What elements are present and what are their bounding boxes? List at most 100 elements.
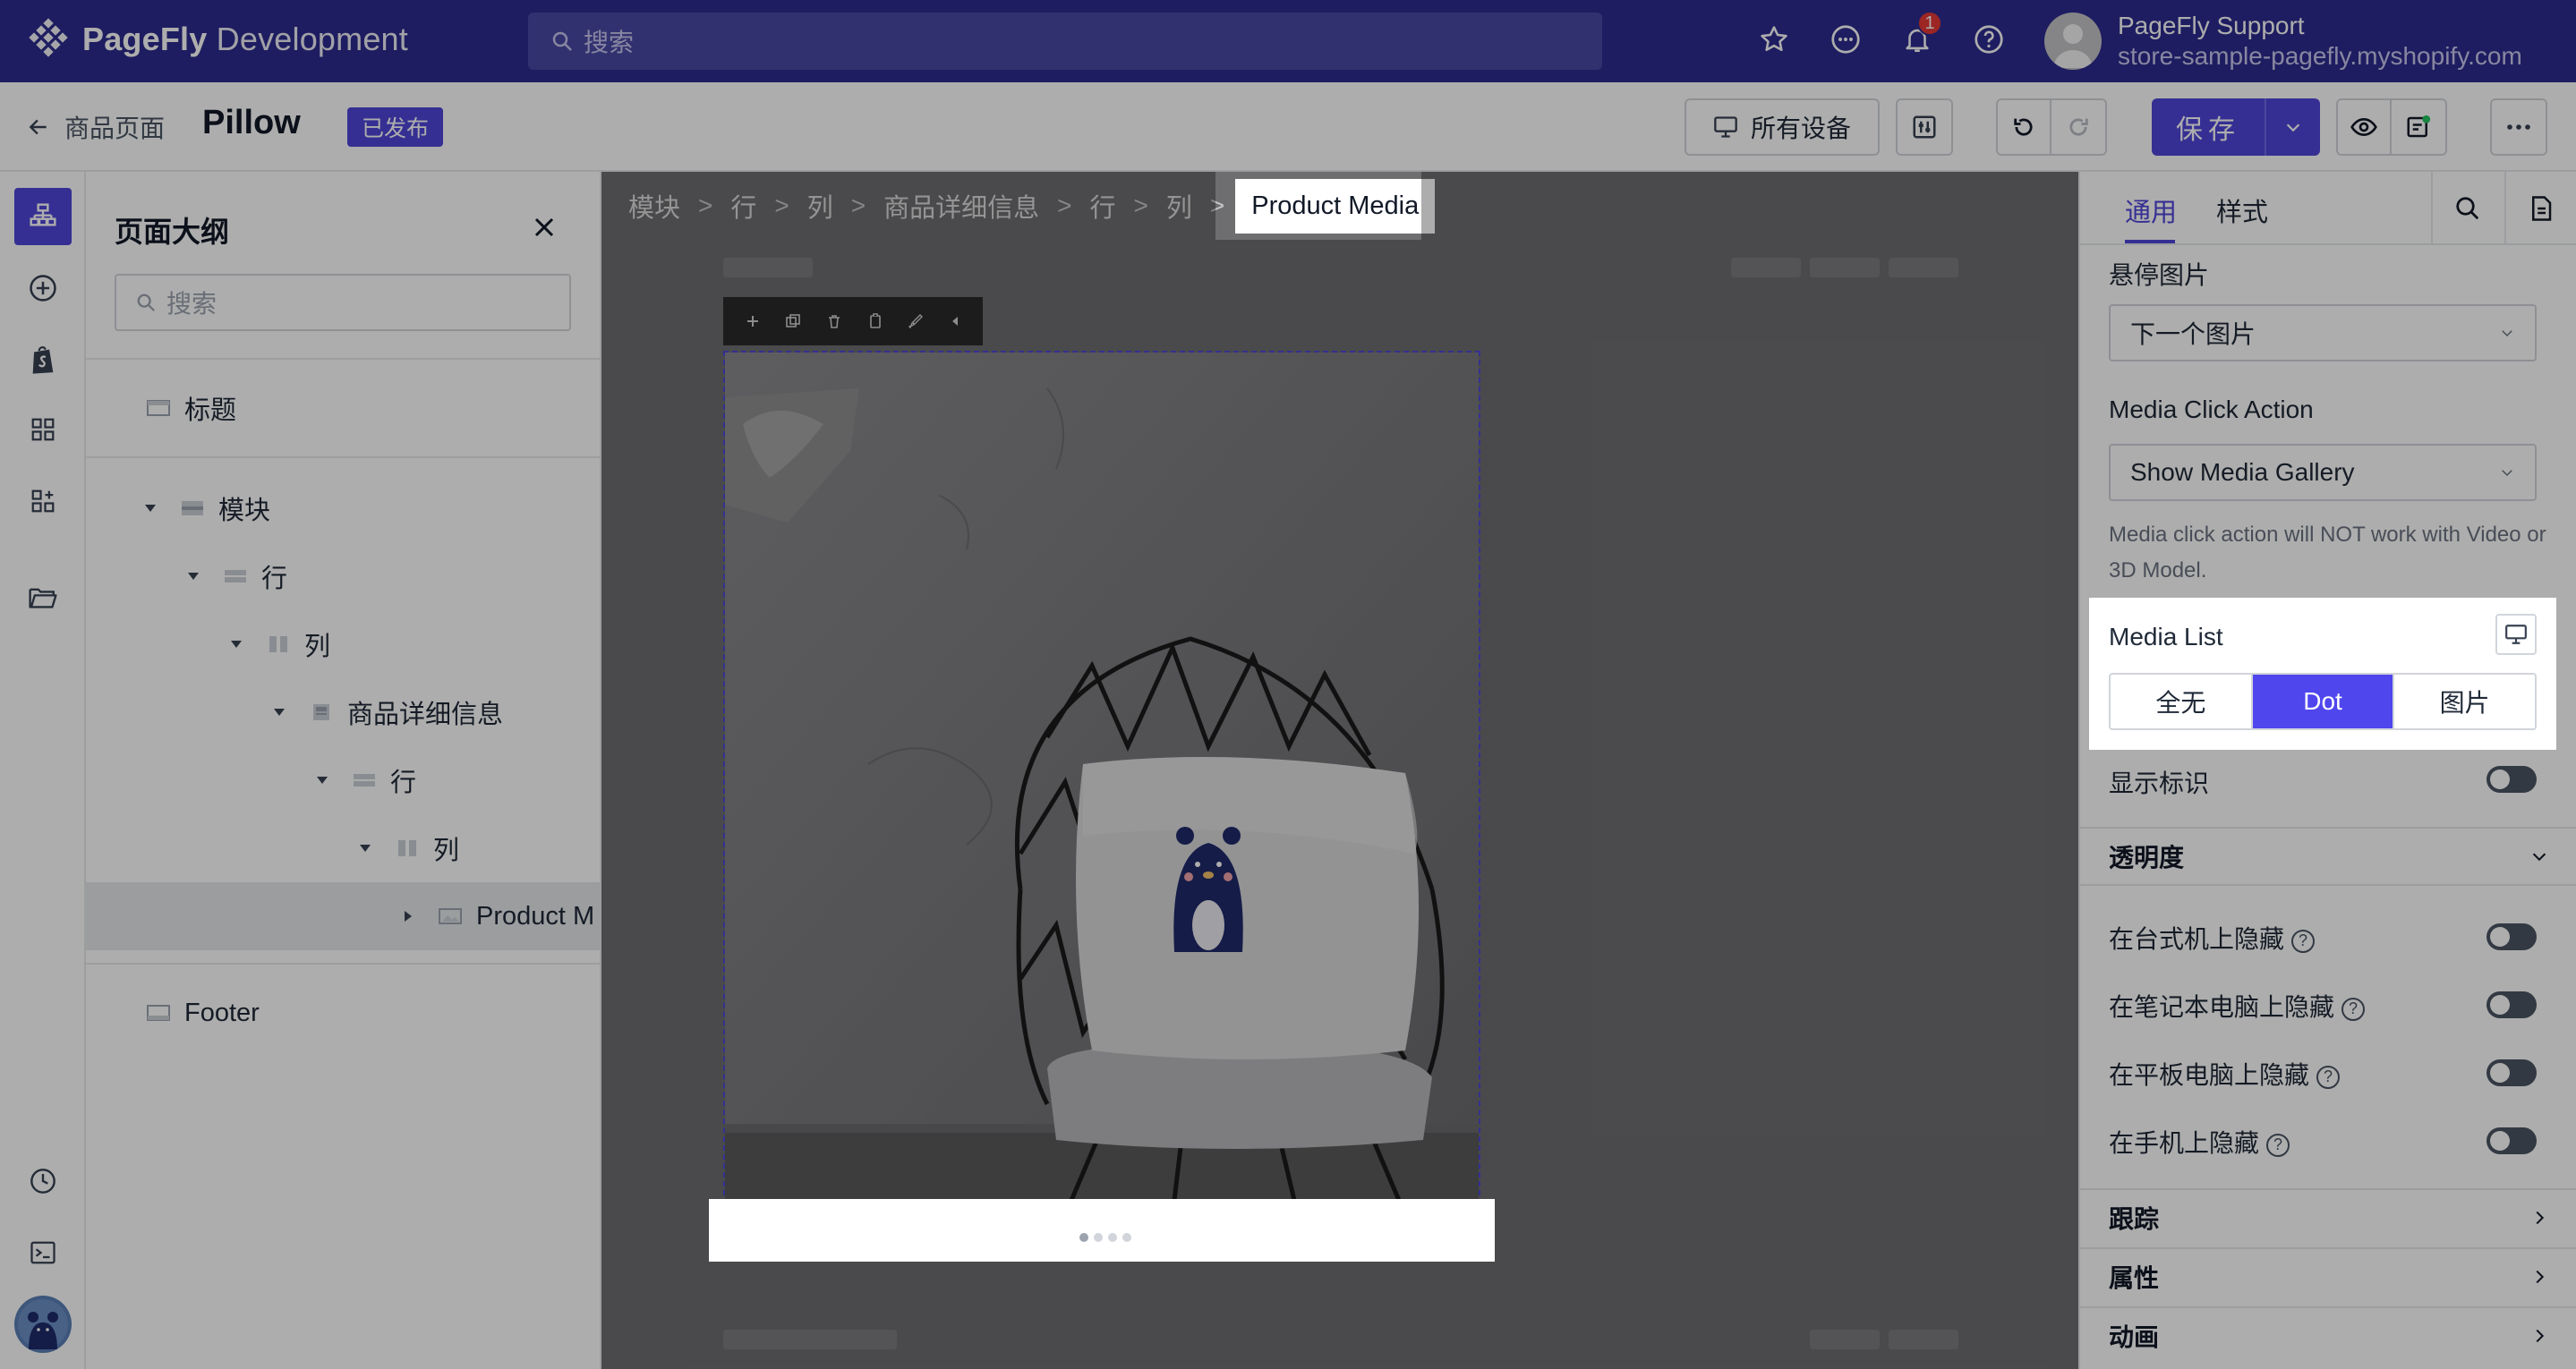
outline-search-input[interactable]: 搜索 <box>115 274 571 331</box>
product-media-image[interactable] <box>723 351 1480 1213</box>
help-circle-icon[interactable]: ? <box>2291 929 2316 953</box>
section-opacity[interactable]: 透明度 <box>2080 827 2576 884</box>
tree-item-row[interactable]: 行 <box>86 746 601 814</box>
settings-doc-button[interactable] <box>2504 172 2576 245</box>
dot-indicator[interactable] <box>1094 1233 1103 1242</box>
duplicate-icon[interactable] <box>785 313 801 329</box>
dot-indicator[interactable] <box>1108 1233 1117 1242</box>
media-dots <box>1079 1233 1131 1242</box>
user-menu[interactable]: PageFly Support store-sample-pagefly.mys… <box>2044 11 2522 72</box>
tree-item-label: 行 <box>390 769 417 797</box>
hide-desktop-row: 在台式机上隐藏? <box>2109 920 2316 956</box>
outline-close-button[interactable] <box>528 211 560 243</box>
caret-right-icon[interactable] <box>397 906 419 927</box>
save-button[interactable]: 保存 <box>2152 98 2265 156</box>
outline-search-placeholder: 搜索 <box>166 290 218 318</box>
caret-down-icon[interactable] <box>269 702 290 723</box>
rail-files-button[interactable] <box>14 569 72 626</box>
settings-sliders-button[interactable] <box>1896 98 1953 156</box>
hide-laptop-toggle[interactable] <box>2486 991 2537 1018</box>
add-icon[interactable] <box>745 313 761 329</box>
copy-icon[interactable] <box>867 313 883 329</box>
breadcrumb-current[interactable]: Product Media <box>1235 178 1436 234</box>
media-list-option-none[interactable]: 全无 <box>2111 675 2253 728</box>
hide-desktop-toggle[interactable] <box>2486 923 2537 950</box>
tab-general[interactable]: 通用 <box>2125 191 2177 229</box>
caret-down-icon[interactable] <box>311 770 333 791</box>
settings-search-button[interactable] <box>2431 172 2503 245</box>
media-click-select[interactable]: Show Media Gallery <box>2109 444 2537 501</box>
caret-down-icon[interactable] <box>354 838 376 859</box>
preview-button[interactable] <box>2338 100 2393 154</box>
rail-mascot-avatar[interactable] <box>14 1296 72 1353</box>
rail-outline-button[interactable] <box>14 188 72 245</box>
section-tracking[interactable]: 跟踪 <box>2080 1188 2576 1246</box>
breadcrumb-item[interactable]: 行 <box>730 187 756 225</box>
breadcrumb-item[interactable]: 商品详细信息 <box>883 187 1039 225</box>
chevron-right-icon: > <box>1057 191 1072 219</box>
help-circle-icon[interactable]: ? <box>2341 997 2366 1021</box>
notifications-button[interactable]: 1 <box>1898 11 1942 59</box>
rail-add-element-button[interactable] <box>14 259 72 317</box>
rail-code-button[interactable] <box>14 1224 72 1281</box>
tree-item-product-media[interactable]: Product M <box>86 882 601 950</box>
monitor-icon <box>2505 625 2527 644</box>
tab-style[interactable]: 样式 <box>2216 191 2268 229</box>
show-badge-toggle[interactable] <box>2486 766 2537 793</box>
collapse-left-icon[interactable] <box>949 313 961 329</box>
caret-down-icon[interactable] <box>226 633 247 655</box>
caret-down-icon[interactable] <box>183 565 204 587</box>
media-list-option-dot[interactable]: Dot <box>2252 675 2395 728</box>
global-search-input[interactable]: 搜索 <box>528 13 1602 70</box>
caret-down-icon[interactable] <box>140 497 161 519</box>
chat-button[interactable] <box>1826 20 1865 59</box>
style-brush-icon[interactable] <box>908 313 924 329</box>
rail-sections-button[interactable] <box>14 401 72 458</box>
redo-button[interactable] <box>2051 100 2105 154</box>
tree-item-header[interactable]: 标题 <box>86 374 601 442</box>
section-attributes[interactable]: 属性 <box>2080 1247 2576 1305</box>
document-icon <box>2532 196 2552 221</box>
dot-indicator[interactable] <box>1122 1233 1131 1242</box>
dot-indicator[interactable] <box>1079 1233 1088 1242</box>
rail-apps-button[interactable] <box>14 472 72 530</box>
more-options-button[interactable] <box>2490 98 2547 156</box>
publish-status-button[interactable] <box>2392 100 2445 154</box>
section-animation[interactable]: 动画 <box>2080 1306 2576 1364</box>
breadcrumb-item[interactable]: 列 <box>807 187 833 225</box>
tree-item-column[interactable]: 列 <box>86 610 601 678</box>
apps-icon <box>31 489 55 513</box>
trash-icon[interactable] <box>826 313 842 329</box>
tree-item-section[interactable]: 模块 <box>86 474 601 542</box>
app-logo[interactable]: PageFly Development <box>27 18 408 61</box>
editor-toolbar: 商品页面 Pillow 已发布 所有设备 保存 <box>0 82 2576 172</box>
responsive-device-button[interactable] <box>2495 614 2537 655</box>
help-icon <box>1975 25 2003 54</box>
help-button[interactable] <box>1969 20 2009 59</box>
rail-shopify-button[interactable] <box>14 331 72 388</box>
tree-item-column[interactable]: 列 <box>86 814 601 882</box>
breadcrumb-item[interactable]: 模块 <box>628 187 680 225</box>
tree-item-footer[interactable]: Footer <box>86 979 601 1047</box>
notification-count-badge: 1 <box>1917 11 1942 36</box>
hide-desktop-label: 在台式机上隐藏 <box>2109 925 2285 953</box>
rail-history-button[interactable] <box>14 1152 72 1210</box>
save-options-button[interactable] <box>2265 98 2320 156</box>
favorites-button[interactable] <box>1754 20 1794 59</box>
folder-open-icon <box>29 588 57 608</box>
back-button[interactable]: 商品页面 <box>27 109 165 145</box>
hide-tablet-toggle[interactable] <box>2486 1059 2537 1086</box>
help-circle-icon[interactable]: ? <box>2266 1133 2290 1157</box>
tree-item-product-details[interactable]: 商品详细信息 <box>86 678 601 746</box>
grid-icon <box>31 418 55 441</box>
tree-item-row[interactable]: 行 <box>86 542 601 610</box>
media-list-option-image[interactable]: 图片 <box>2394 675 2535 728</box>
hover-image-select[interactable]: 下一个图片 <box>2109 304 2537 361</box>
hide-mobile-toggle[interactable] <box>2486 1127 2537 1154</box>
breadcrumb-item[interactable]: 列 <box>1166 187 1192 225</box>
undo-button[interactable] <box>1998 100 2052 154</box>
device-selector-button[interactable]: 所有设备 <box>1685 98 1880 156</box>
breadcrumb-item[interactable]: 行 <box>1090 187 1116 225</box>
editor-canvas[interactable]: 模块 > 行 > 列 > 商品详细信息 > 行 > 列 > Product Me… <box>601 172 2078 1369</box>
help-circle-icon[interactable]: ? <box>2316 1065 2341 1089</box>
